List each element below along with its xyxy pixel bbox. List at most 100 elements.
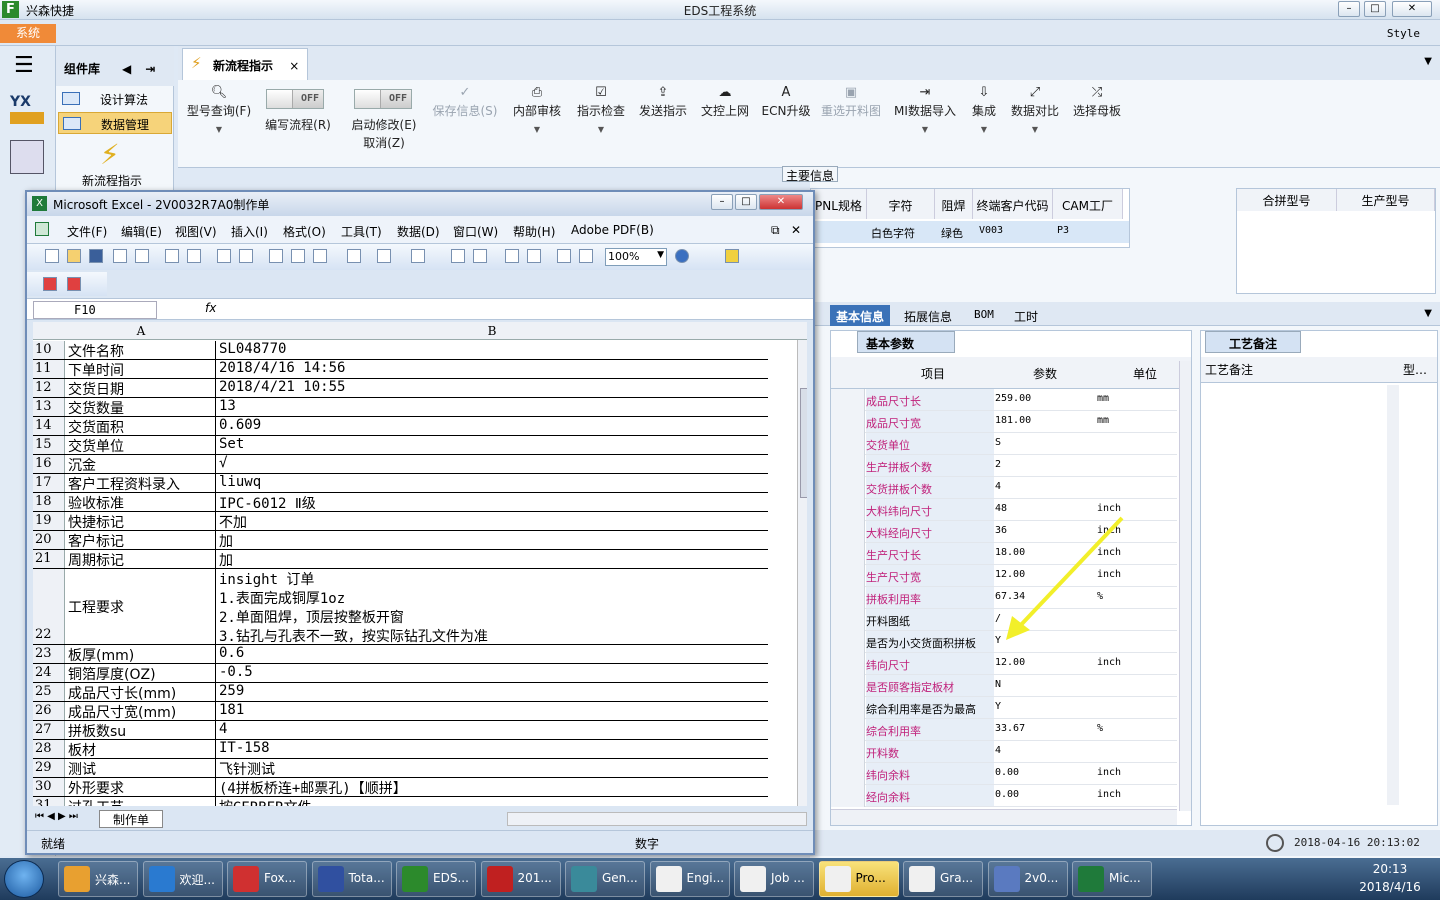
- param-row[interactable]: 拼板利用率 67.34%: [831, 587, 1177, 609]
- row-selector[interactable]: [831, 411, 865, 433]
- tab-ext-info[interactable]: 拓展信息: [898, 305, 958, 326]
- cell-b[interactable]: -0.5: [217, 664, 767, 682]
- row-number[interactable]: 18: [33, 493, 65, 511]
- drawing-icon[interactable]: [579, 249, 593, 263]
- tab-close-icon[interactable]: ×: [289, 59, 299, 73]
- param-row[interactable]: 成品尺寸宽 181.00 mm: [831, 411, 1177, 433]
- copy-icon[interactable]: [291, 249, 305, 263]
- param-row[interactable]: 综合利用率 33.67%: [831, 719, 1177, 741]
- yx-app-icon[interactable]: YX: [10, 94, 44, 128]
- excel-restore-button[interactable]: □: [735, 194, 757, 210]
- params-hscrollbar[interactable]: [831, 809, 1177, 825]
- internal-review-button[interactable]: ⎙ 内部审核 ▼: [508, 84, 566, 134]
- permission-icon[interactable]: [113, 249, 127, 263]
- cell-a[interactable]: 文件名称: [66, 341, 216, 359]
- row-selector[interactable]: [831, 433, 865, 455]
- taskbar-item[interactable]: 2v0...: [987, 861, 1068, 897]
- param-value[interactable]: 18.00: [995, 547, 1025, 558]
- sheet-row[interactable]: 15 交货单位 Set: [33, 436, 768, 455]
- row-number[interactable]: 30: [33, 778, 65, 796]
- menu-insert[interactable]: 插入(I): [231, 223, 268, 240]
- check-button[interactable]: ☑ 指示检查 ▼: [572, 84, 630, 134]
- row-number[interactable]: 21: [33, 550, 65, 568]
- send-button[interactable]: ⇪ 发送指示: [634, 84, 692, 119]
- sheet-hscrollbar[interactable]: [507, 812, 807, 826]
- param-row[interactable]: 纬向尺寸 12.00 inch: [831, 653, 1177, 675]
- cut-icon[interactable]: [269, 249, 283, 263]
- sheet-row[interactable]: 31过孔工艺按GERBER文件: [33, 797, 768, 806]
- menu-format[interactable]: 格式(O): [283, 223, 326, 240]
- sheet-row[interactable]: 20 客户标记加: [33, 531, 768, 550]
- upload-button[interactable]: ☁ 文控上网: [696, 84, 754, 119]
- row-number[interactable]: 28: [33, 740, 65, 758]
- sort-desc-icon[interactable]: [527, 249, 541, 263]
- sheet-row[interactable]: 23 板厚(mm) 0.6: [33, 645, 768, 664]
- taskbar-item[interactable]: Fox...: [227, 861, 307, 897]
- hyperlink-icon[interactable]: [451, 249, 465, 263]
- sort-asc-icon[interactable]: [505, 249, 519, 263]
- row-number[interactable]: 27: [33, 721, 65, 739]
- cell-b[interactable]: IPC-6012 Ⅱ级: [217, 493, 767, 511]
- param-value[interactable]: 67.34: [995, 591, 1025, 602]
- cell-b[interactable]: IT-158: [217, 740, 767, 758]
- sheet-nav-icon[interactable]: ⏮ ◀ ▶ ⏭: [35, 811, 78, 822]
- cell-a[interactable]: 沉金: [66, 455, 216, 473]
- sheet-row[interactable]: 16 沉金 √: [33, 455, 768, 474]
- row-selector[interactable]: [831, 455, 865, 477]
- cell-b[interactable]: 0.6: [217, 645, 767, 663]
- param-value[interactable]: S: [995, 437, 1001, 448]
- integrate-button[interactable]: ⇩ 集成 ▼: [966, 84, 1002, 134]
- param-row[interactable]: 开料数 4: [831, 741, 1177, 763]
- row-selector[interactable]: [831, 587, 865, 609]
- sheet-row[interactable]: 22 工程要求 insight 订单 1.表面完成铜厚1oz 2.单面阻焊，顶层按整板开…: [33, 569, 768, 645]
- cell-a[interactable]: 拼板数su: [66, 721, 216, 739]
- calculator-icon[interactable]: [10, 140, 44, 174]
- param-row[interactable]: 综合利用率是否为最高 Y: [831, 697, 1177, 719]
- sheet-row[interactable]: 28 板材 IT-158: [33, 740, 768, 759]
- cell-b[interactable]: √: [217, 455, 767, 473]
- fill-color-icon[interactable]: [725, 249, 739, 263]
- cell-b[interactable]: 0.609: [217, 417, 767, 435]
- param-value[interactable]: 12.00: [995, 657, 1025, 668]
- close-button[interactable]: ✕: [1392, 1, 1432, 17]
- start-modify-toggle[interactable]: OFF: [354, 89, 412, 109]
- param-value[interactable]: 259.00: [995, 393, 1031, 404]
- cell-a[interactable]: 板厚(mm): [66, 645, 216, 663]
- menu-tools[interactable]: 工具(T): [341, 223, 382, 240]
- menu-view[interactable]: 视图(V): [175, 223, 217, 240]
- row-selector[interactable]: [831, 697, 865, 719]
- help-icon[interactable]: [675, 249, 689, 263]
- row-selector[interactable]: [831, 521, 865, 543]
- cell-b[interactable]: (4拼板桥连+邮票孔)【顺拼】: [217, 778, 767, 796]
- taskbar-item[interactable]: Gen...: [565, 861, 645, 897]
- row-selector[interactable]: [831, 653, 865, 675]
- pdf-icon[interactable]: [43, 277, 57, 291]
- save-icon[interactable]: [89, 249, 103, 263]
- new-flow-label[interactable]: 新流程指示: [82, 172, 142, 189]
- ecn-button[interactable]: A ECN升级: [758, 84, 814, 119]
- sheet-row[interactable]: 12 交货日期 2018/4/21 10:55: [33, 379, 768, 398]
- cell-b[interactable]: 加: [217, 550, 767, 568]
- param-row[interactable]: 交货拼板个数 4: [831, 477, 1177, 499]
- cell-b[interactable]: 2018/4/16 14:56: [217, 360, 767, 378]
- param-row[interactable]: 开料图纸 /: [831, 609, 1177, 631]
- menu-adobe-pdf[interactable]: Adobe PDF(B): [571, 223, 654, 237]
- reselect-button[interactable]: ▣ 重选开料图: [818, 84, 884, 119]
- formula-input[interactable]: [219, 301, 807, 319]
- param-value[interactable]: 0.00: [995, 789, 1019, 800]
- row-number[interactable]: 22: [33, 569, 65, 644]
- param-value[interactable]: 4: [995, 481, 1001, 492]
- param-row[interactable]: 成品尺寸长 259.00 mm: [831, 389, 1177, 411]
- row-number[interactable]: 19: [33, 512, 65, 530]
- cell-b[interactable]: 加: [217, 531, 767, 549]
- tab-hours[interactable]: 工时: [1008, 305, 1044, 326]
- taskbar-item[interactable]: Pro...: [818, 861, 899, 897]
- taskbar-item[interactable]: 201...: [480, 861, 561, 897]
- paste-icon[interactable]: [313, 249, 327, 263]
- print-preview-icon[interactable]: [187, 249, 201, 263]
- minimize-button[interactable]: –: [1338, 1, 1360, 17]
- param-value[interactable]: Y: [995, 635, 1001, 646]
- cell-a[interactable]: 交货单位: [66, 436, 216, 454]
- row-number[interactable]: 24: [33, 664, 65, 682]
- param-value[interactable]: 181.00: [995, 415, 1031, 426]
